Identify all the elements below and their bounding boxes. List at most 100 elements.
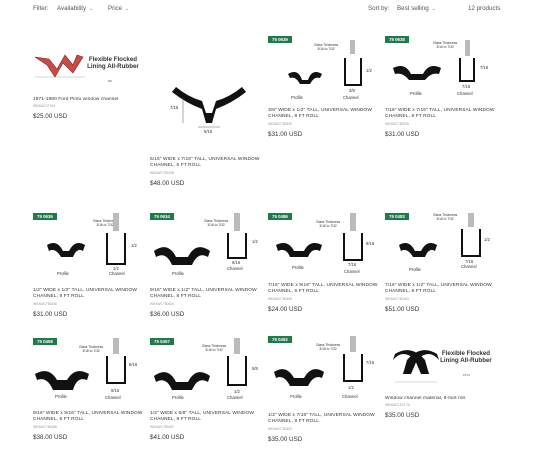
product-image[interactable]: 75 0639 Glass Thickness 3/16 to 7/32 1/2 …	[268, 36, 380, 108]
channel-label: Channel	[461, 264, 477, 269]
product-card[interactable]: 75 0458 Glass Thickness 3/16 to 7/32 9/16…	[33, 338, 145, 441]
height-dimension: 9/16	[129, 362, 138, 367]
product-image[interactable]: 75 0457 Glass Thickness 3/16 to 7/32 5/8 …	[150, 338, 262, 411]
filter-label: Filter:	[33, 5, 49, 12]
product-card[interactable]: 75 0634 Glass Thickness 3/16 to 7/32 1/2 …	[150, 213, 262, 318]
width-dimension: 9/16	[111, 388, 120, 393]
product-image[interactable]: 75 0486 Glass Thickness 3/16 to 7/32 9/16…	[268, 213, 380, 283]
height-dimension: 7/16	[366, 360, 375, 365]
product-title[interactable]: 9/16" WIDE x 9/16" TALL, UNIVERSAL WINDO…	[33, 411, 145, 424]
width-dimension: 7/16	[462, 84, 471, 89]
product-title[interactable]: 1/2" WIDE x 7/16" TALL, UNIVERSAL WINDOW…	[268, 413, 380, 426]
channel-label: Channel	[457, 91, 473, 96]
filter-sort-bar: Filter: Availability ⌄ Price ⌄ Sort by: Be…	[0, 0, 533, 18]
channel-label: Channel	[105, 395, 121, 400]
channel-diagram	[288, 40, 362, 86]
sort-select[interactable]: Best selling ⌄	[397, 5, 436, 12]
product-image[interactable]: Flexible Flocked Lining All-Rubber 1574	[385, 338, 497, 396]
width-dimension: 1/2	[234, 389, 240, 394]
product-card[interactable]: 75 0452 Glass Thickness 3/16 to 7/32 7/16…	[268, 336, 380, 443]
product-card[interactable]: 75 0483 Glass Thickness 3/16 to 7/32 1/2 …	[385, 213, 497, 313]
product-image[interactable]: 75 0452 Glass Thickness 3/16 to 7/32 7/16…	[268, 336, 380, 413]
channel-label: Channel	[227, 266, 243, 271]
product-card[interactable]: Flexible Flocked Lining All-Rubber 1574 …	[385, 338, 497, 419]
window-channel-profile-illustration	[172, 87, 246, 128]
product-card[interactable]: 75 0457 Glass Thickness 3/16 to 7/32 5/8 …	[150, 338, 262, 441]
product-title[interactable]: Window channel material, 8-foot roll.	[385, 396, 497, 402]
product-image[interactable]: 75 0634 Glass Thickness 3/16 to 7/32 1/2 …	[150, 213, 262, 288]
product-sku: WEAWC75S005	[150, 170, 175, 175]
product-price: $24.00 USD	[268, 305, 303, 313]
product-card[interactable]: 75 0639 Glass Thickness 3/16 to 7/32 1/2 …	[268, 36, 380, 138]
product-title[interactable]: 1/2" WIDE x 5/8" TALL, UNIVERSAL WINDOW …	[150, 411, 262, 424]
height-dimension: 1/2	[366, 68, 372, 73]
product-sku: WEAWC750639	[268, 121, 292, 126]
chevron-down-icon: ⌄	[431, 6, 436, 12]
product-price: $31.00 USD	[268, 130, 303, 138]
height-dimension: 9/16	[366, 241, 375, 246]
channel-label: Channel	[109, 271, 125, 276]
chevron-down-icon: ⌄	[125, 6, 130, 12]
width-dimension: 1/2	[348, 385, 354, 390]
product-title[interactable]: 3/8" WIDE x 1/2" TALL, UNIVERSAL WINDOW …	[268, 108, 380, 121]
profile-label: Profile	[172, 271, 184, 276]
channel-label: Channel	[342, 394, 358, 399]
product-sku: WEAWC750636	[33, 301, 57, 306]
product-image[interactable]: 75 0458 Glass Thickness 3/16 to 7/32 9/16…	[33, 338, 145, 411]
product-title[interactable]: 7/16" WIDE x 9/16" TALL, UNIVERSAL WINDO…	[268, 283, 380, 296]
height-dimension: 1/2	[484, 237, 490, 242]
product-price: $48.00 USD	[150, 179, 185, 187]
product-image[interactable]: 75 0636 Glass Thickness 3/16 to 7/32 1/2 …	[33, 213, 145, 288]
channel-diagram	[154, 213, 247, 265]
height-dimension: 7/16	[170, 105, 179, 110]
product-card[interactable]: 7/16 5/16 5/16" WIDE x 7/16" TALL, UNIVE…	[150, 37, 262, 187]
product-image[interactable]: 75 0638 Glass Thickness 3/16 to 7/32 7/16…	[385, 36, 497, 108]
product-title[interactable]: 7/16" WIDE x 7/16" TALL, UNIVERSAL WINDO…	[385, 108, 497, 121]
product-title[interactable]: 9/16" WIDE x 1/2" TALL, UNIVERSAL WINDOW…	[150, 288, 262, 301]
part-number: 9R	[108, 79, 112, 83]
product-title[interactable]: 5/16" WIDE x 7/16" TALL, UNIVERSAL WINDO…	[150, 157, 262, 170]
profile-label: Profile	[57, 271, 69, 276]
availability-filter[interactable]: Availability ⌄	[57, 5, 93, 12]
channel-diagram	[399, 213, 481, 257]
product-price: $36.00 USD	[150, 310, 185, 318]
product-sku: WEAWC750452	[268, 426, 292, 431]
sort-label: Sort by:	[368, 5, 390, 12]
product-sku: WEAWC750486	[268, 296, 292, 301]
price-filter[interactable]: Price ⌄	[108, 5, 129, 12]
height-dimension: 1/2	[252, 239, 258, 244]
width-dimension: 9/16	[232, 260, 241, 265]
channel-diagram	[154, 338, 247, 390]
product-image[interactable]: 7/16 5/16	[150, 37, 262, 157]
product-image[interactable]: Flexible Flocked Lining All-Rubber 9R	[33, 37, 145, 97]
product-price: $38.00 USD	[33, 433, 68, 441]
sort-selected-value: Best selling	[397, 5, 429, 12]
profile-label: Profile	[292, 265, 304, 270]
product-card[interactable]: 75 0638 Glass Thickness 3/16 to 7/32 7/16…	[385, 36, 497, 138]
product-price: $41.00 USD	[150, 433, 185, 441]
product-sku: WEAWC750634	[150, 301, 174, 306]
product-price: $31.00 USD	[33, 310, 68, 318]
height-dimension: 7/16	[480, 65, 489, 70]
product-card[interactable]: 75 0486 Glass Thickness 3/16 to 7/32 9/16…	[268, 213, 380, 313]
chevron-down-icon: ⌄	[89, 6, 94, 12]
product-title[interactable]: 7/16" WIDE x 1/2" TALL, UNIVERSAL WINDOW…	[385, 283, 497, 296]
product-title[interactable]: 1971-1980 Ford Pinto window channel	[33, 97, 145, 103]
product-sku: WEAWC750458	[33, 424, 57, 429]
channel-label: Channel	[344, 269, 360, 274]
product-image[interactable]: 75 0483 Glass Thickness 3/16 to 7/32 1/2 …	[385, 213, 497, 283]
product-price: $35.00 USD	[268, 435, 303, 443]
product-card[interactable]: Flexible Flocked Lining All-Rubber 9R 19…	[33, 37, 145, 120]
product-title[interactable]: 1/2" WIDE x 1/2" TALL, UNIVERSAL WINDOW …	[33, 288, 145, 301]
channel-diagram	[35, 338, 126, 390]
window-channel-illustration	[393, 350, 439, 383]
product-sku: WEAWC750638	[385, 121, 409, 126]
product-card[interactable]: 75 0636 Glass Thickness 3/16 to 7/32 1/2 …	[33, 213, 145, 318]
width-dimension: 7/16	[348, 262, 357, 267]
availability-filter-label: Availability	[57, 5, 87, 12]
product-price: $25.00 USD	[33, 113, 68, 121]
illustration-text: Flexible Flocked Lining All-Rubber	[87, 56, 139, 70]
profile-label: Profile	[55, 394, 67, 399]
product-sku: WEAWC750483	[385, 296, 409, 301]
product-sku: WEAWC4T194	[33, 104, 56, 109]
